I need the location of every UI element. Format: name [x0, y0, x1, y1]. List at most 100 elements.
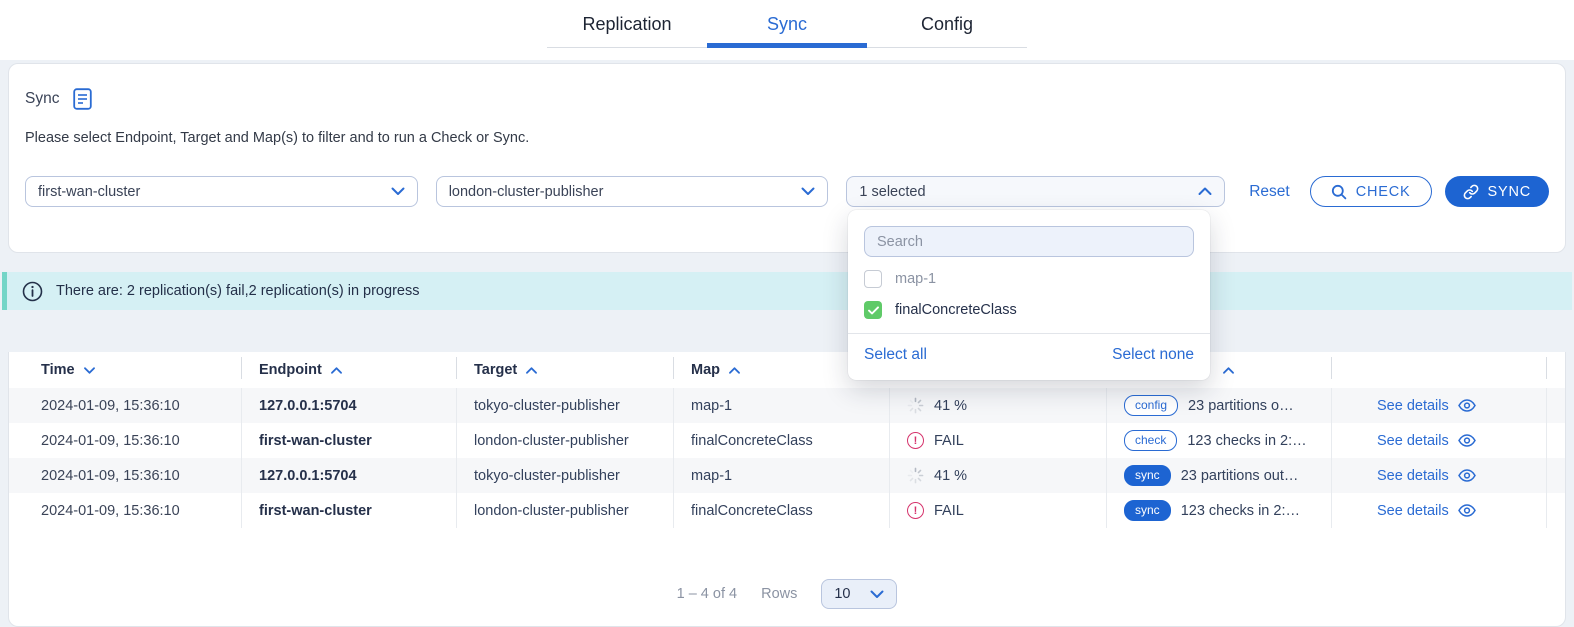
- chevron-up-icon: [1198, 187, 1212, 196]
- chevron-down-icon: [870, 590, 884, 599]
- see-details-label: See details: [1377, 468, 1449, 484]
- filter-description: Please select Endpoint, Target and Map(s…: [25, 130, 1549, 146]
- map-option-map-1[interactable]: map-1: [864, 270, 1194, 288]
- cell-time: 2024-01-09, 15:36:10: [9, 493, 241, 528]
- sort-asc-icon: [526, 367, 537, 374]
- document-icon[interactable]: [73, 88, 92, 110]
- see-details-link[interactable]: See details: [1377, 468, 1476, 484]
- map-option-finalconcreteclass[interactable]: finalConcreteClass: [864, 301, 1194, 319]
- cell-endpoint: 127.0.0.1:5704: [241, 458, 456, 493]
- cell-status: ! FAIL: [889, 493, 1106, 528]
- cell-target: tokyo-cluster-publisher: [456, 458, 673, 493]
- eye-icon: [1458, 399, 1476, 412]
- pagination-range: 1 – 4 of 4: [677, 586, 737, 602]
- see-details-label: See details: [1377, 398, 1449, 414]
- spinner-icon: [907, 467, 924, 484]
- column-header-time-label: Time: [41, 362, 75, 378]
- chevron-down-icon: [801, 187, 815, 196]
- info-icon: [22, 281, 43, 302]
- see-details-label: See details: [1377, 433, 1449, 449]
- operation-badge: check: [1124, 430, 1177, 451]
- cell-details: See details: [1331, 458, 1546, 493]
- see-details-label: See details: [1377, 503, 1449, 519]
- check-button[interactable]: CHECK: [1310, 176, 1432, 207]
- maps-multiselect[interactable]: 1 selected: [846, 176, 1225, 207]
- tab-config[interactable]: Config: [867, 0, 1027, 47]
- column-header-time[interactable]: Time: [9, 352, 241, 388]
- cell-time: 2024-01-09, 15:36:10: [9, 458, 241, 493]
- column-header-stub: [1546, 352, 1565, 388]
- see-details-link[interactable]: See details: [1377, 433, 1476, 449]
- select-none-link[interactable]: Select none: [1112, 346, 1194, 364]
- column-header-endpoint-label: Endpoint: [259, 362, 322, 378]
- chevron-down-icon: [391, 187, 405, 196]
- column-header-target-label: Target: [474, 362, 517, 378]
- reset-button[interactable]: Reset: [1249, 183, 1290, 201]
- replications-table-card: Time Endpoint Target Map 2024-01-09, 15:…: [8, 352, 1566, 627]
- filter-row: first-wan-cluster london-cluster-publish…: [25, 176, 1549, 207]
- rows-per-page-select[interactable]: 10: [821, 579, 897, 609]
- sort-asc-icon: [1223, 367, 1234, 374]
- eye-icon: [1458, 504, 1476, 517]
- cell-endpoint: first-wan-cluster: [241, 493, 456, 528]
- maps-dropdown-footer: Select all Select none: [848, 333, 1210, 380]
- cell-operation: config 23 partitions o…: [1106, 388, 1331, 423]
- map-option-label: map-1: [895, 271, 936, 287]
- column-header-details: [1331, 352, 1546, 388]
- rows-per-page-label: Rows: [761, 586, 797, 602]
- endpoint-select-value: first-wan-cluster: [38, 184, 140, 200]
- cell-time: 2024-01-09, 15:36:10: [9, 423, 241, 458]
- operation-text: 23 partitions o…: [1188, 398, 1294, 414]
- map-option-label: finalConcreteClass: [895, 302, 1017, 318]
- cell-operation: sync 23 partitions out…: [1106, 458, 1331, 493]
- cell-details: See details: [1331, 388, 1546, 423]
- cell-target: tokyo-cluster-publisher: [456, 388, 673, 423]
- cell-stub: [1546, 458, 1565, 493]
- link-icon: [1463, 184, 1479, 200]
- checkbox-checked[interactable]: [864, 301, 882, 319]
- select-all-link[interactable]: Select all: [864, 346, 927, 364]
- column-header-map-label: Map: [691, 362, 720, 378]
- spinner-icon: [907, 397, 924, 414]
- maps-dropdown-panel: map-1 finalConcreteClass Select all Sele…: [848, 210, 1210, 380]
- cell-endpoint: first-wan-cluster: [241, 423, 456, 458]
- cell-operation: sync 123 checks in 2:…: [1106, 493, 1331, 528]
- sort-desc-icon: [84, 367, 95, 374]
- cell-target: london-cluster-publisher: [456, 493, 673, 528]
- checkbox-unchecked[interactable]: [864, 270, 882, 288]
- sync-button[interactable]: SYNC: [1445, 176, 1550, 207]
- see-details-link[interactable]: See details: [1377, 503, 1476, 519]
- status-label: 41 %: [934, 468, 967, 484]
- search-input[interactable]: [864, 226, 1194, 257]
- eye-icon: [1458, 469, 1476, 482]
- top-tab-bar: Replication Sync Config: [0, 0, 1574, 60]
- target-select[interactable]: london-cluster-publisher: [436, 176, 829, 207]
- replications-table: Time Endpoint Target Map 2024-01-09, 15:…: [9, 352, 1565, 528]
- search-icon: [1331, 184, 1347, 200]
- tab-sync[interactable]: Sync: [707, 0, 867, 47]
- column-header-endpoint[interactable]: Endpoint: [241, 352, 456, 388]
- eye-icon: [1458, 434, 1476, 447]
- status-label: 41 %: [934, 398, 967, 414]
- page-title: Sync: [25, 90, 59, 108]
- cell-status: 41 %: [889, 458, 1106, 493]
- column-header-target[interactable]: Target: [456, 352, 673, 388]
- cell-map: map-1: [673, 388, 889, 423]
- tabs: Replication Sync Config: [547, 0, 1027, 48]
- see-details-link[interactable]: See details: [1377, 398, 1476, 414]
- operation-text: 123 checks in 2:…: [1187, 433, 1306, 449]
- cell-status: ! FAIL: [889, 423, 1106, 458]
- sync-button-label: SYNC: [1488, 184, 1532, 200]
- operation-badge: sync: [1124, 465, 1171, 486]
- sort-asc-icon: [729, 367, 740, 374]
- tab-replication[interactable]: Replication: [547, 0, 707, 47]
- cell-status: 41 %: [889, 388, 1106, 423]
- cell-target: london-cluster-publisher: [456, 423, 673, 458]
- rows-per-page-value: 10: [834, 586, 850, 602]
- sort-asc-icon: [331, 367, 342, 374]
- cell-stub: [1546, 388, 1565, 423]
- endpoint-select[interactable]: first-wan-cluster: [25, 176, 418, 207]
- cell-operation: check 123 checks in 2:…: [1106, 423, 1331, 458]
- operation-text: 23 partitions out…: [1181, 468, 1299, 484]
- banner-message: There are: 2 replication(s) fail,2 repli…: [56, 283, 419, 299]
